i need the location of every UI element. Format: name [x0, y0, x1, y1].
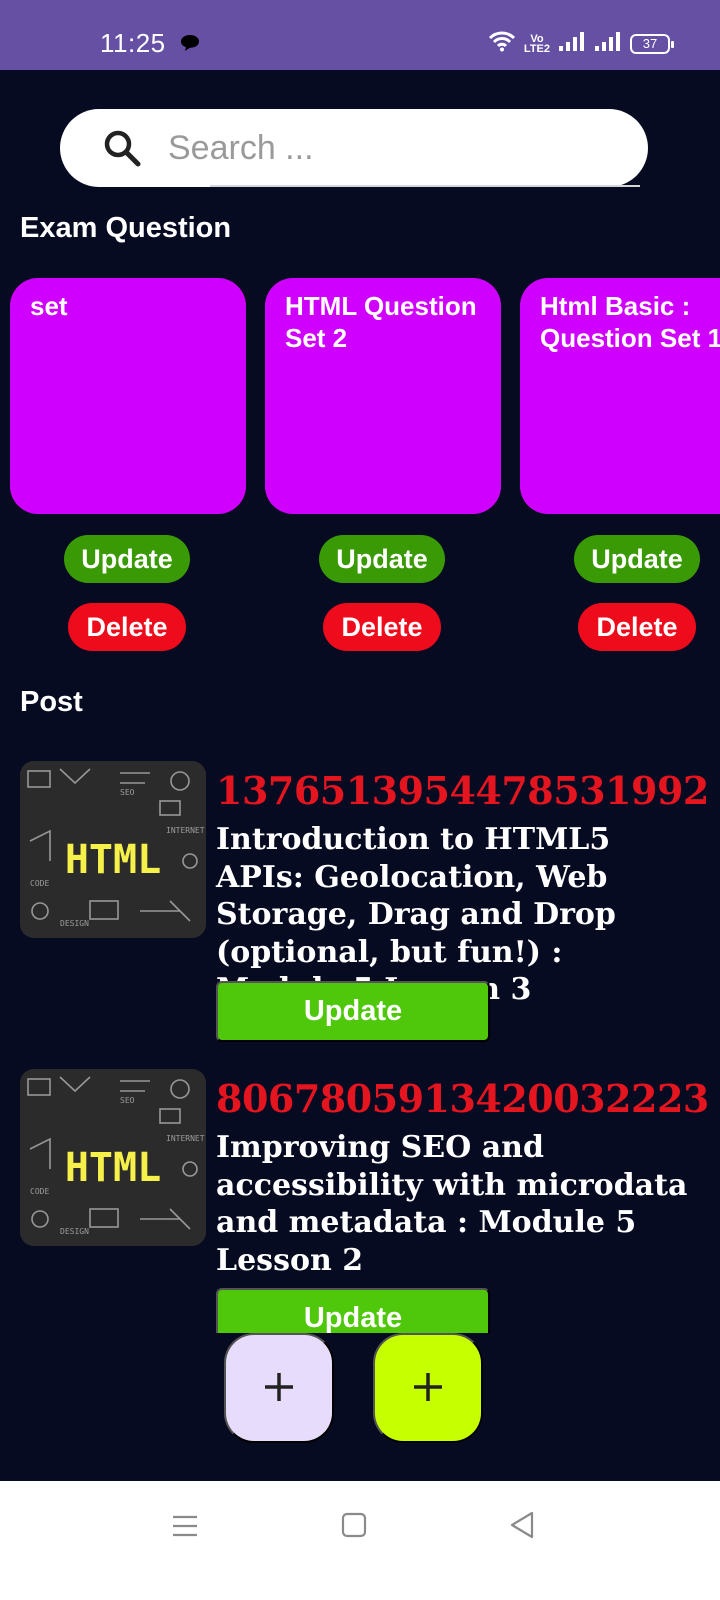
plus-icon — [411, 1370, 445, 1407]
svg-text:DESIGN: DESIGN — [60, 1227, 89, 1236]
exam-card-title: HTML Question Set 2 — [285, 291, 484, 353]
status-icons: Vo LTE2 37 — [488, 30, 674, 57]
signal-icon — [558, 30, 586, 57]
svg-text:INTERNET: INTERNET — [166, 826, 205, 835]
signal-icon — [594, 30, 622, 57]
add-button[interactable] — [224, 1333, 334, 1443]
post-section-title: Post — [20, 686, 83, 718]
exam-update-button[interactable]: Update — [64, 535, 190, 583]
exam-card-title: Html Basic : Question Set 1 — [540, 290, 720, 354]
search-input[interactable] — [168, 128, 608, 168]
svg-text:CODE: CODE — [30, 1187, 49, 1196]
svg-text:CODE: CODE — [30, 879, 49, 888]
volte-bottom-text: LTE2 — [523, 42, 550, 55]
post-update-clip: Update — [0, 1288, 720, 1333]
exam-card[interactable]: Html Basic : Question Set 1 — [520, 278, 720, 514]
post-update-button[interactable]: Update — [216, 981, 490, 1042]
post-thumbnail[interactable]: SEO INTERNET CODE DESIGN HTML — [20, 761, 206, 938]
svg-text:DESIGN: DESIGN — [60, 919, 89, 928]
post-update-button[interactable]: Update — [216, 1288, 490, 1333]
message-icon — [180, 34, 200, 57]
exam-card-title-text: Html Basic : Question Set 1 — [540, 291, 720, 353]
svg-text:INTERNET: INTERNET — [166, 1134, 205, 1143]
exam-section-title: Exam Question — [20, 212, 232, 244]
exam-card[interactable]: set — [10, 278, 246, 514]
plus-icon — [262, 1370, 296, 1407]
svg-text:SEO: SEO — [120, 1096, 135, 1105]
svg-text:SEO: SEO — [120, 788, 135, 797]
exam-delete-button[interactable]: Delete — [578, 603, 696, 651]
wifi-icon — [488, 30, 516, 57]
battery-icon: 37 — [630, 33, 674, 54]
exam-card-title: set — [30, 291, 68, 321]
search-bar[interactable] — [60, 109, 648, 187]
search-underline — [210, 185, 640, 187]
menu-icon[interactable] — [172, 1513, 198, 1544]
bottom-bar — [0, 1333, 720, 1481]
status-bar: 11:25 Vo LTE2 37 — [0, 0, 720, 70]
post-id: 1376513954478531992 — [216, 768, 709, 813]
search-icon[interactable] — [102, 128, 142, 168]
add-post-button[interactable] — [373, 1333, 483, 1443]
post-id: 8067805913420032223 — [216, 1076, 709, 1121]
post-title: Improving SEO and accessibility with mic… — [216, 1130, 688, 1278]
post-thumbnail-text: HTML — [65, 1145, 161, 1191]
exam-delete-button[interactable]: Delete — [68, 603, 186, 651]
battery-level: 37 — [642, 35, 658, 51]
back-triangle-icon[interactable] — [509, 1511, 535, 1544]
exam-card[interactable]: HTML Question Set 2 — [265, 278, 501, 514]
exam-update-button[interactable]: Update — [574, 535, 700, 583]
home-square-icon[interactable] — [341, 1512, 367, 1543]
post-thumbnail-text: HTML — [65, 837, 161, 883]
exam-delete-button[interactable]: Delete — [323, 603, 441, 651]
status-time: 11:25 — [100, 28, 166, 58]
system-nav-bar — [0, 1481, 720, 1600]
post-thumbnail[interactable]: SEO INTERNET CODE DESIGN HTML — [20, 1069, 206, 1246]
exam-update-button[interactable]: Update — [319, 535, 445, 583]
volte-icon: Vo LTE2 — [523, 33, 550, 55]
